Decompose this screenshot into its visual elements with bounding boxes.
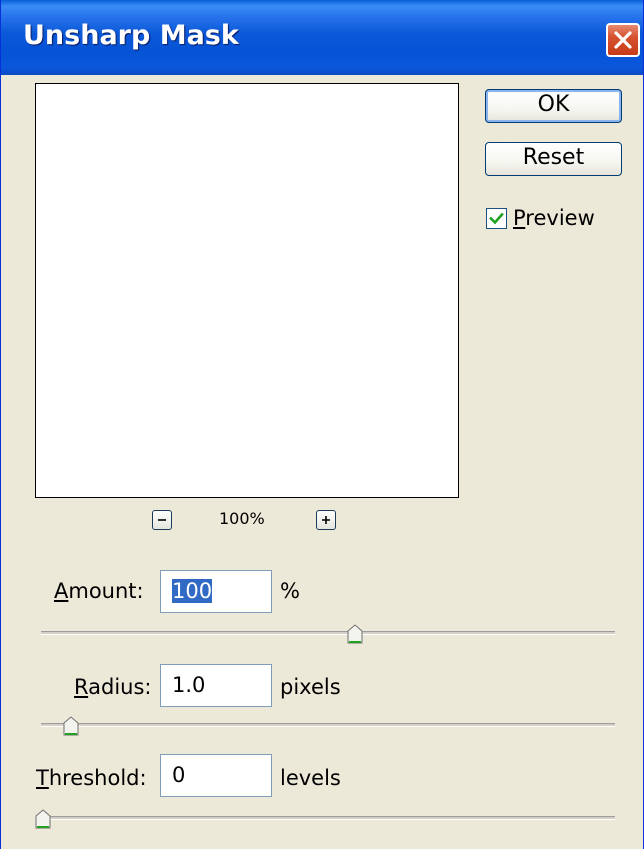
close-button[interactable]	[606, 23, 640, 57]
window-title: Unsharp Mask	[23, 20, 239, 51]
minus-icon	[158, 519, 166, 521]
checkmark-icon	[489, 212, 504, 225]
close-icon	[614, 31, 632, 49]
title-bar[interactable]: Unsharp Mask	[1, 0, 643, 75]
ok-button[interactable]: OK	[485, 89, 622, 123]
radius-value: 1.0	[172, 673, 206, 697]
preview-area[interactable]	[35, 83, 459, 498]
radius-unit: pixels	[280, 675, 341, 699]
preview-label[interactable]: Preview	[513, 206, 595, 230]
threshold-slider-track[interactable]	[41, 816, 615, 820]
zoom-level: 100%	[219, 509, 265, 528]
reset-button[interactable]: Reset	[485, 142, 622, 176]
threshold-unit: levels	[280, 766, 341, 790]
threshold-label: Threshold:	[36, 766, 147, 790]
amount-slider-track[interactable]	[41, 631, 615, 635]
threshold-value: 0	[172, 763, 186, 787]
preview-checkbox[interactable]	[486, 208, 507, 229]
unsharp-mask-dialog: Unsharp Mask OK Reset Preview 100% Amoun…	[0, 0, 644, 849]
amount-label: Amount:	[54, 579, 144, 603]
radius-label: Radius:	[74, 675, 152, 699]
radius-input[interactable]: 1.0	[160, 664, 272, 707]
zoom-out-button[interactable]	[152, 510, 172, 530]
amount-input[interactable]: 100	[160, 570, 272, 613]
radius-slider-thumb[interactable]	[63, 716, 79, 736]
threshold-input[interactable]: 0	[160, 754, 272, 797]
plus-icon	[322, 516, 330, 524]
threshold-slider-thumb[interactable]	[35, 809, 51, 829]
radius-slider-track[interactable]	[41, 723, 615, 727]
zoom-in-button[interactable]	[316, 510, 336, 530]
amount-slider-thumb[interactable]	[347, 624, 363, 644]
amount-value: 100	[172, 579, 213, 603]
amount-unit: %	[280, 579, 300, 603]
